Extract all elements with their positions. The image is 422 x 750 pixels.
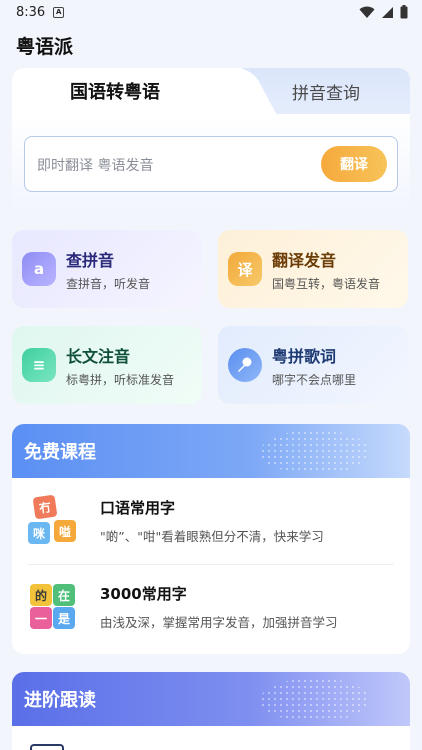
feature-subtitle: 哪字不会点哪里 xyxy=(272,372,357,387)
thumb-char: 是 xyxy=(53,607,75,629)
thumb-char: 一 xyxy=(30,607,52,629)
tab-pinyin-lookup[interactable]: 拼音查询 xyxy=(242,68,410,114)
course-thumbnail: 的 在 一 是 xyxy=(28,582,78,632)
feature-lyrics-pinyin[interactable]: 粤拼歌词 哪字不会点哪里 xyxy=(218,326,408,404)
tab-mandarin-to-cantonese-label: 国语转粤语 xyxy=(70,82,160,103)
notification-a-icon: A xyxy=(53,6,65,18)
feature-subtitle: 国粤互转，粤语发音 xyxy=(272,276,381,291)
feature-title: 长文注音 xyxy=(66,346,131,366)
free-courses-header: 免费课程 xyxy=(12,424,410,478)
translate-icon: 译 xyxy=(228,252,262,286)
advanced-reading-section: 进阶跟读 xyxy=(12,672,410,750)
advanced-reading-title: 进阶跟读 xyxy=(24,690,96,711)
status-bar: 8:36 A xyxy=(0,0,422,24)
advanced-reading-header: 进阶跟读 xyxy=(12,672,410,726)
status-time: 8:36 xyxy=(16,4,46,20)
course-title: 3000常用字 xyxy=(100,585,187,603)
thumb-char: 在 xyxy=(53,584,75,606)
feature-pinyin-lookup[interactable]: a 查拼音 查拼音，听发音 xyxy=(12,230,202,308)
feature-title: 翻译发音 xyxy=(272,250,337,270)
translate-card: 国语转粤语 拼音查询 即时翻译 粤语发音 翻译 xyxy=(12,68,410,214)
battery-icon xyxy=(400,5,408,19)
thumb-char: 嗌 xyxy=(54,520,76,542)
course-subtitle: "啲”、"咁"看着眼熟但分不清，快来学习 xyxy=(100,529,324,544)
translate-input-placeholder: 即时翻译 粤语发音 xyxy=(37,158,154,174)
translate-input[interactable]: 即时翻译 粤语发音 翻译 xyxy=(24,136,398,192)
thumb-char: 冇 xyxy=(32,494,58,520)
document-icon: ≡ xyxy=(22,348,56,382)
free-courses-title: 免费课程 xyxy=(24,442,96,463)
course-item-3000-words[interactable]: 的 在 一 是 3000常用字 由浅及深，掌握常用字发音，加强拼音学习 xyxy=(12,564,410,650)
feature-title: 查拼音 xyxy=(66,250,115,270)
signal-icon xyxy=(382,6,393,18)
course-item-common-spoken[interactable]: 冇 咪 嗌 口语常用字 "啲”、"咁"看着眼熟但分不清，快来学习 xyxy=(12,478,410,564)
microphone-icon xyxy=(228,348,262,382)
thumb-char: 咪 xyxy=(28,522,50,544)
feature-subtitle: 标粤拼，听标准发音 xyxy=(66,372,175,387)
course-thumbnail: 冇 咪 嗌 xyxy=(28,494,78,546)
alphabet-icon: a xyxy=(22,252,56,286)
app-title: 粤语派 xyxy=(16,36,74,58)
tab-pinyin-lookup-label: 拼音查询 xyxy=(292,83,360,104)
course-title: 口语常用字 xyxy=(100,499,176,517)
free-courses-section: 免费课程 冇 咪 嗌 口语常用字 "啲”、"咁"看着眼熟但分不清，快来学习 的 … xyxy=(12,424,410,654)
feature-subtitle: 查拼音，听发音 xyxy=(66,276,151,291)
course-subtitle: 由浅及深，掌握常用字发音，加强拼音学习 xyxy=(100,615,338,630)
thumb-char: 的 xyxy=(30,584,52,606)
course-thumbnail-partial xyxy=(30,744,64,750)
translate-button[interactable]: 翻译 xyxy=(321,146,387,182)
feature-title: 粤拼歌词 xyxy=(272,346,337,366)
tab-mandarin-to-cantonese[interactable]: 国语转粤语 xyxy=(12,68,242,114)
feature-translate-pronounce[interactable]: 译 翻译发音 国粤互转，粤语发音 xyxy=(218,230,408,308)
decorative-dots xyxy=(260,678,370,722)
wifi-icon xyxy=(359,6,375,18)
decorative-dots xyxy=(260,430,370,474)
feature-long-text-annotation[interactable]: ≡ 长文注音 标粤拼，听标准发音 xyxy=(12,326,202,404)
